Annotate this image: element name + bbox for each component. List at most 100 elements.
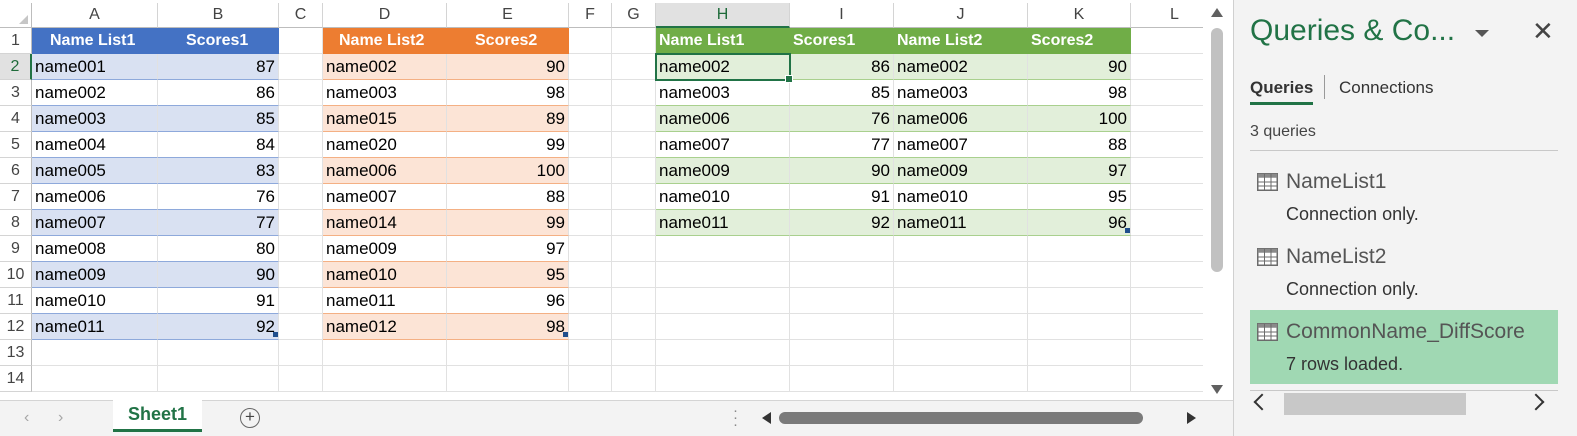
grid-cell[interactable]	[279, 236, 323, 262]
row-header-2[interactable]: 2	[0, 54, 32, 80]
grid-cell[interactable]	[656, 288, 790, 314]
grid-cell[interactable]	[612, 340, 656, 366]
header-name-list2[interactable]: Name List2	[323, 28, 447, 54]
name-cell[interactable]: name011	[323, 288, 447, 314]
grid-cell[interactable]	[447, 366, 569, 392]
score-cell[interactable]: 97	[447, 236, 569, 262]
score-cell[interactable]: 92	[790, 210, 894, 236]
name-cell[interactable]: name001	[32, 54, 158, 80]
grid-cell[interactable]	[1028, 366, 1131, 392]
score-cell[interactable]: 95	[1028, 184, 1131, 210]
grid-cell[interactable]	[790, 366, 894, 392]
grid-cell[interactable]	[656, 314, 790, 340]
name-cell[interactable]: name003	[32, 106, 158, 132]
vertical-scroll-thumb[interactable]	[1211, 28, 1223, 272]
score-cell[interactable]: 99	[447, 210, 569, 236]
grid-cell[interactable]	[279, 54, 323, 80]
score-cell[interactable]: 90	[447, 54, 569, 80]
name-cell[interactable]: name009	[656, 158, 790, 184]
score-cell[interactable]: 85	[790, 80, 894, 106]
name-cell[interactable]: name007	[323, 184, 447, 210]
header-scores1[interactable]: Scores1	[790, 28, 894, 54]
score-cell[interactable]: 84	[158, 132, 279, 158]
row-header-12[interactable]: 12	[0, 314, 32, 340]
grid-cell[interactable]	[569, 210, 612, 236]
grid-cell[interactable]	[32, 366, 158, 392]
grid-cell[interactable]	[1028, 340, 1131, 366]
name-cell[interactable]: name006	[656, 106, 790, 132]
name-cell[interactable]: name004	[32, 132, 158, 158]
grid-cell[interactable]	[569, 106, 612, 132]
grid-cell[interactable]	[569, 366, 612, 392]
grid-cell[interactable]	[612, 262, 656, 288]
score-cell[interactable]: 88	[1028, 132, 1131, 158]
row-header-8[interactable]: 8	[0, 210, 32, 236]
tab-split-handle-icon[interactable]: · · ·	[733, 403, 738, 432]
score-cell[interactable]: 80	[158, 236, 279, 262]
row-header-14[interactable]: 14	[0, 366, 32, 392]
grid-cell[interactable]	[279, 288, 323, 314]
name-cell[interactable]: name020	[323, 132, 447, 158]
row-header-10[interactable]: 10	[0, 262, 32, 288]
query-item-namelist1[interactable]: NameList1 Connection only.	[1250, 160, 1558, 234]
name-cell[interactable]: name011	[894, 210, 1028, 236]
grid-cell[interactable]	[612, 28, 656, 54]
header-name-list2[interactable]: Name List2	[894, 28, 1028, 54]
row-header-11[interactable]: 11	[0, 288, 32, 314]
header-scores1[interactable]: Scores1	[158, 28, 279, 54]
tab-connections[interactable]: Connections	[1339, 78, 1434, 98]
name-cell[interactable]: name010	[894, 184, 1028, 210]
name-cell[interactable]: name015	[323, 106, 447, 132]
grid-cell[interactable]	[1131, 184, 1203, 210]
scroll-left-arrow-icon[interactable]	[762, 412, 771, 424]
pane-scroll-thumb[interactable]	[1284, 393, 1466, 415]
horizontal-scroll-thumb[interactable]	[779, 412, 1143, 424]
close-icon[interactable]: ✕	[1532, 18, 1554, 44]
worksheet-grid[interactable]: A B C D E F G H I J K L 1 2 3 4 5 6 7 8 …	[0, 0, 1203, 400]
grid-cell[interactable]	[569, 54, 612, 80]
prev-sheet-icon[interactable]: ‹	[24, 409, 29, 427]
grid-cell[interactable]	[279, 106, 323, 132]
name-cell[interactable]: name006	[32, 184, 158, 210]
header-name-list1[interactable]: Name List1	[656, 28, 790, 54]
grid-cell[interactable]	[1131, 366, 1203, 392]
scroll-right-arrow-icon[interactable]	[1187, 412, 1196, 424]
column-header-a[interactable]: A	[32, 3, 158, 28]
row-header-7[interactable]: 7	[0, 184, 32, 210]
score-cell[interactable]: 83	[158, 158, 279, 184]
grid-cell[interactable]	[790, 262, 894, 288]
row-header-5[interactable]: 5	[0, 132, 32, 158]
column-header-g[interactable]: G	[612, 3, 656, 28]
grid-cell[interactable]	[894, 262, 1028, 288]
row-header-1[interactable]: 1	[0, 28, 32, 54]
grid-cell[interactable]	[569, 314, 612, 340]
grid-cell[interactable]	[1131, 288, 1203, 314]
grid-cell[interactable]	[1131, 158, 1203, 184]
grid-cell[interactable]	[1028, 262, 1131, 288]
table1-resize-handle[interactable]	[273, 332, 278, 337]
grid-cell[interactable]	[1028, 314, 1131, 340]
scroll-down-arrow-icon[interactable]	[1211, 385, 1223, 394]
name-cell[interactable]: name002	[656, 54, 790, 80]
grid-cell[interactable]	[612, 54, 656, 80]
grid-cell[interactable]	[279, 262, 323, 288]
pane-options-dropdown-icon[interactable]	[1475, 30, 1489, 37]
grid-cell[interactable]	[279, 366, 323, 392]
score-cell[interactable]: 98	[1028, 80, 1131, 106]
grid-cell[interactable]	[894, 366, 1028, 392]
name-cell[interactable]: name006	[894, 106, 1028, 132]
grid-cell[interactable]	[1131, 236, 1203, 262]
grid-cell[interactable]	[447, 340, 569, 366]
name-cell[interactable]: name010	[656, 184, 790, 210]
name-cell[interactable]: name002	[323, 54, 447, 80]
grid-cell[interactable]	[1028, 236, 1131, 262]
column-header-e[interactable]: E	[447, 3, 569, 28]
row-header-6[interactable]: 6	[0, 158, 32, 184]
row-header-4[interactable]: 4	[0, 106, 32, 132]
name-cell[interactable]: name005	[32, 158, 158, 184]
grid-cell[interactable]	[1028, 288, 1131, 314]
grid-cell[interactable]	[656, 262, 790, 288]
grid-cell[interactable]	[612, 288, 656, 314]
score-cell[interactable]: 77	[790, 132, 894, 158]
vertical-scrollbar[interactable]	[1203, 0, 1233, 400]
